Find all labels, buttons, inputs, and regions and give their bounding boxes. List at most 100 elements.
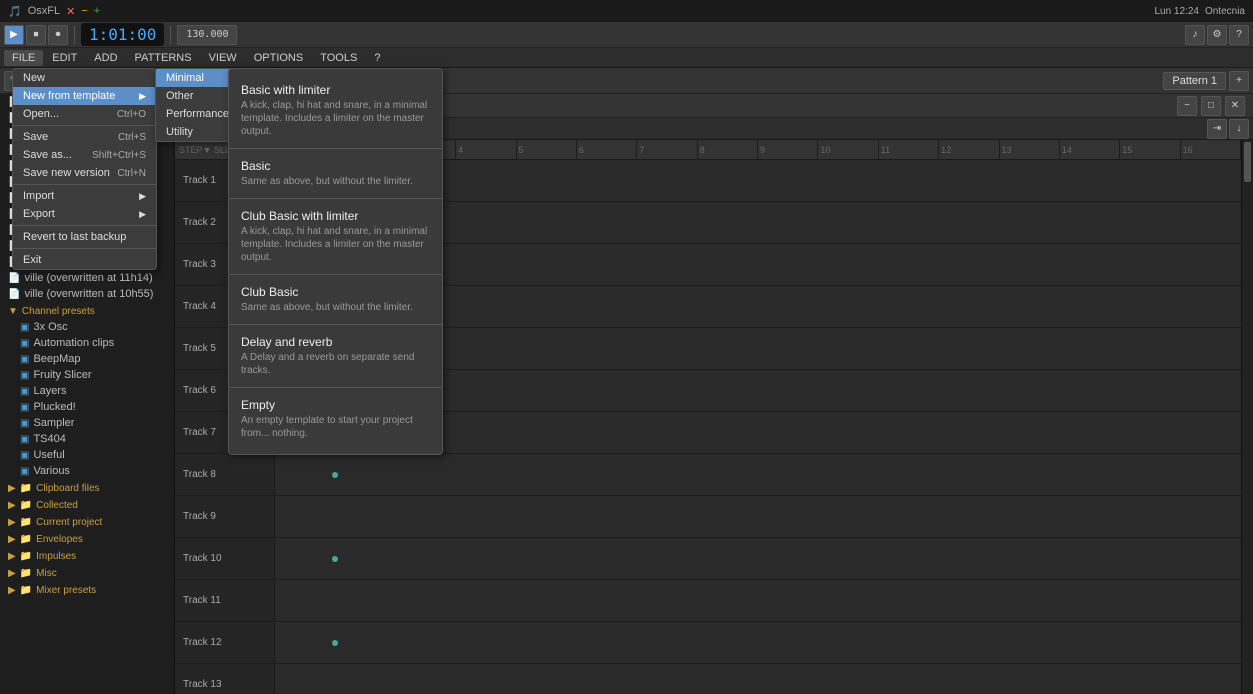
file-new[interactable]: New xyxy=(13,69,156,87)
window-maximize[interactable]: + xyxy=(94,5,100,17)
dot-8 xyxy=(332,472,338,478)
scrollbar-vertical[interactable] xyxy=(1241,140,1253,694)
separator xyxy=(74,26,75,44)
mark-5: 5 xyxy=(517,140,577,159)
file-import[interactable]: Import ▶ xyxy=(13,187,156,205)
clipboard-arrow: ▶ xyxy=(8,483,16,494)
sidebar-useful[interactable]: ▣ Useful xyxy=(0,447,174,463)
submenu-arrow-2: ▶ xyxy=(139,191,146,202)
mode-btn-1[interactable]: ▶ xyxy=(4,25,24,45)
file-save-as[interactable]: Save as... Shift+Ctrl+S xyxy=(13,146,156,164)
tmpl-club[interactable]: Club Basic Same as above, but without th… xyxy=(229,279,442,320)
main-content: 📄 ville (overwritten at 10h32) 📄 ville (… xyxy=(0,94,1253,694)
section-channel-presets[interactable]: ▼ Channel presets xyxy=(0,302,174,319)
sidebar-ts404[interactable]: ▣ TS404 xyxy=(0,431,174,447)
pt-btn-8[interactable]: ↓ xyxy=(1229,119,1249,139)
mark-10: 10 xyxy=(818,140,878,159)
bpm-display[interactable]: 130.000 xyxy=(177,25,237,45)
window-minimize[interactable]: − xyxy=(81,5,87,17)
recent-file-12: ville (overwritten at 11h14) xyxy=(24,272,152,284)
current-arrow: ▶ xyxy=(8,517,16,528)
folder-icon-misc: 📁 xyxy=(20,568,32,579)
sidebar-beepmap[interactable]: ▣ BeepMap xyxy=(0,351,174,367)
section-clipboard[interactable]: ▶ 📁 Clipboard files xyxy=(0,479,174,496)
file-export[interactable]: Export ▶ xyxy=(13,205,156,223)
main-toolbar: ▶ ⏹ ⏺ 1:01:00 130.000 ♪ ⚙ ? xyxy=(0,22,1253,48)
menu-tools[interactable]: TOOLS xyxy=(312,50,365,66)
sidebar-plucked[interactable]: ▣ Plucked! xyxy=(0,399,174,415)
track-item-13[interactable]: Track 13 xyxy=(175,664,274,694)
menu-bar: FILE EDIT ADD PATTERNS VIEW OPTIONS TOOL… xyxy=(0,48,1253,68)
submenu-arrow-1: ▶ xyxy=(139,91,146,102)
track-item-12[interactable]: Track 12 xyxy=(175,622,274,664)
pattern-label[interactable]: Pattern 1 xyxy=(1163,72,1226,90)
file-exit[interactable]: Exit xyxy=(13,251,156,269)
playlist-btn-2[interactable]: □ xyxy=(1201,96,1221,116)
file-open[interactable]: Open... Ctrl+O xyxy=(13,105,156,123)
section-mixer[interactable]: ▶ 📁 Mixer presets xyxy=(0,581,174,598)
menu-file[interactable]: FILE xyxy=(4,50,43,66)
sidebar-recent-13[interactable]: 📄 ville (overwritten at 10h55) xyxy=(0,286,174,302)
menu-help[interactable]: ? xyxy=(366,50,388,66)
file-new-from-template[interactable]: New from template ▶ xyxy=(13,87,156,105)
add-pattern-btn[interactable]: + xyxy=(1229,71,1249,91)
playlist-close[interactable]: ✕ xyxy=(1225,96,1245,116)
track-item-10[interactable]: Track 10 xyxy=(175,538,274,580)
grid-row-9[interactable] xyxy=(275,496,1241,538)
tmpl-empty[interactable]: Empty An empty template to start your pr… xyxy=(229,392,442,446)
folder-icon-impulses: 📁 xyxy=(20,551,32,562)
preset-icon-2: ▣ xyxy=(20,338,29,349)
toolbar-btn-c[interactable]: ? xyxy=(1229,25,1249,45)
toolbar-btn-b[interactable]: ⚙ xyxy=(1207,25,1227,45)
tmpl-delay-reverb[interactable]: Delay and reverb A Delay and a reverb on… xyxy=(229,329,442,383)
file-menu[interactable]: New New from template ▶ Open... Ctrl+O S… xyxy=(12,68,157,270)
preset-icon-3: ▣ xyxy=(20,354,29,365)
scrollbar-thumb[interactable] xyxy=(1244,142,1251,182)
tmpl-basic-limiter[interactable]: Basic with limiter A kick, clap, hi hat … xyxy=(229,77,442,144)
section-misc[interactable]: ▶ 📁 Misc xyxy=(0,564,174,581)
tmpl-basic[interactable]: Basic Same as above, but without the lim… xyxy=(229,153,442,194)
grid-row-11[interactable] xyxy=(275,580,1241,622)
system-bar: 🎵 OsxFL ✕ − + Lun 12:24 Ontecnia xyxy=(0,0,1253,22)
sidebar-recent-12[interactable]: 📄 ville (overwritten at 11h14) xyxy=(0,270,174,286)
tmpl-club-limiter[interactable]: Club Basic with limiter A kick, clap, hi… xyxy=(229,203,442,270)
mark-9: 9 xyxy=(758,140,818,159)
toolbar-btn-a[interactable]: ♪ xyxy=(1185,25,1205,45)
track-item-9[interactable]: Track 9 xyxy=(175,496,274,538)
template-panel[interactable]: Basic with limiter A kick, clap, hi hat … xyxy=(228,68,443,455)
window-close[interactable]: ✕ xyxy=(66,5,75,18)
track-item-8[interactable]: Track 8 xyxy=(175,454,274,496)
sidebar-various[interactable]: ▣ Various xyxy=(0,463,174,479)
mode-btn-2[interactable]: ⏹ xyxy=(26,25,46,45)
file-revert[interactable]: Revert to last backup xyxy=(13,228,156,246)
sidebar-fruityslicer[interactable]: ▣ Fruity Slicer xyxy=(0,367,174,383)
section-impulses[interactable]: ▶ 📁 Impulses xyxy=(0,547,174,564)
menu-options[interactable]: OPTIONS xyxy=(246,50,312,66)
grid-row-8[interactable] xyxy=(275,454,1241,496)
section-current[interactable]: ▶ 📁 Current project xyxy=(0,513,174,530)
mark-16: 16 xyxy=(1181,140,1241,159)
file-save[interactable]: Save Ctrl+S xyxy=(13,128,156,146)
track-item-11[interactable]: Track 11 xyxy=(175,580,274,622)
grid-row-10[interactable] xyxy=(275,538,1241,580)
grid-row-12[interactable] xyxy=(275,622,1241,664)
playlist-btn-1[interactable]: − xyxy=(1177,96,1197,116)
tmpl-div-4 xyxy=(229,324,442,325)
menu-view[interactable]: VIEW xyxy=(201,50,245,66)
section-collected[interactable]: ▶ 📁 Collected xyxy=(0,496,174,513)
sidebar-3xosc[interactable]: ▣ 3x Osc xyxy=(0,319,174,335)
section-envelopes[interactable]: ▶ 📁 Envelopes xyxy=(0,530,174,547)
pt-btn-7[interactable]: ⇥ xyxy=(1207,119,1227,139)
menu-add[interactable]: ADD xyxy=(86,50,125,66)
menu-edit[interactable]: EDIT xyxy=(44,50,85,66)
sidebar-sampler[interactable]: ▣ Sampler xyxy=(0,415,174,431)
grid-row-13[interactable] xyxy=(275,664,1241,694)
menu-patterns[interactable]: PATTERNS xyxy=(127,50,200,66)
system-user: Ontecnia xyxy=(1205,6,1245,17)
sidebar-layers[interactable]: ▣ Layers xyxy=(0,383,174,399)
dot-10 xyxy=(332,556,338,562)
file-save-new[interactable]: Save new version Ctrl+N xyxy=(13,164,156,182)
sidebar-automation[interactable]: ▣ Automation clips xyxy=(0,335,174,351)
mode-btn-3[interactable]: ⏺ xyxy=(48,25,68,45)
dot-12 xyxy=(332,640,338,646)
